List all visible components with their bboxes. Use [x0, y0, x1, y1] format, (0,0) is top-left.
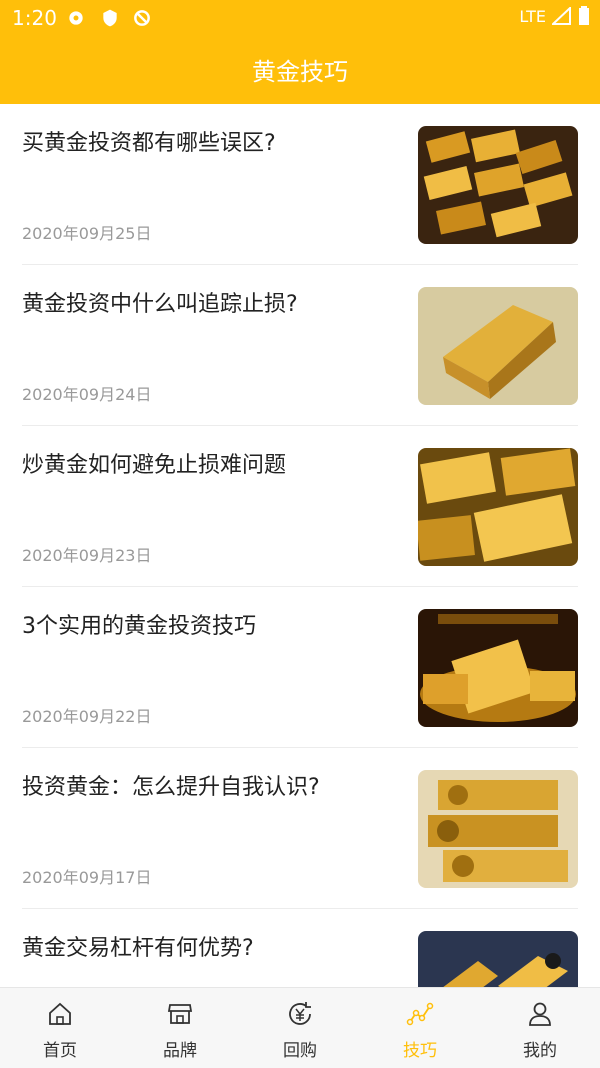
status-time: 1:20	[12, 6, 57, 30]
tab-tips-label: 技巧	[403, 1041, 437, 1061]
article-thumbnail	[418, 126, 578, 244]
user-icon	[529, 1002, 551, 1026]
shield-icon	[103, 9, 117, 27]
tab-home-label: 首页	[43, 1041, 77, 1061]
list-item[interactable]: 黄金投资中什么叫追踪止损? 2020年09月24日	[22, 265, 578, 426]
tab-mine-label: 我的	[523, 1041, 557, 1061]
article-title: 投资黄金：怎么提升自我认识?	[22, 775, 320, 800]
article-thumbnail	[418, 448, 578, 566]
article-date: 2020年09月23日	[22, 546, 152, 565]
list-item[interactable]: 炒黄金如何避免止损难问题 2020年09月23日	[22, 426, 578, 587]
bottom-tab-bar: 首页 品牌 回购 技巧 我的	[0, 987, 600, 1068]
list-item[interactable]: 买黄金投资都有哪些误区? 2020年09月25日	[22, 104, 578, 265]
tab-buyback[interactable]: 回购	[240, 988, 360, 1068]
tab-mine[interactable]: 我的	[480, 988, 600, 1068]
status-right: LTE	[519, 6, 590, 26]
article-thumbnail	[418, 609, 578, 727]
article-date: 2020年09月22日	[22, 707, 152, 726]
tab-home[interactable]: 首页	[0, 988, 120, 1068]
article-title: 黄金投资中什么叫追踪止损?	[22, 292, 298, 317]
list-item[interactable]: 投资黄金：怎么提升自我认识? 2020年09月17日	[22, 748, 578, 909]
settings-icon	[69, 11, 83, 25]
signal-icon	[552, 7, 571, 25]
tab-buyback-label: 回购	[283, 1041, 317, 1061]
tab-brand[interactable]: 品牌	[120, 988, 240, 1068]
page-title: 黄金技巧	[252, 58, 348, 86]
home-icon	[49, 1002, 71, 1025]
store-icon	[167, 1004, 193, 1024]
article-date: 2020年09月25日	[22, 224, 152, 243]
article-thumbnail	[418, 287, 578, 405]
article-title: 买黄金投资都有哪些误区?	[22, 131, 276, 156]
article-date: 2020年09月24日	[22, 385, 152, 404]
list-item[interactable]: 3个实用的黄金投资技巧 2020年09月22日	[22, 587, 578, 748]
network-type: LTE	[519, 6, 546, 26]
yen-cycle-icon	[289, 1002, 311, 1025]
chart-line-icon	[406, 1002, 434, 1026]
article-title: 炒黄金如何避免止损难问题	[22, 453, 287, 478]
article-date: 2020年09月17日	[22, 868, 152, 887]
article-thumbnail	[418, 770, 578, 888]
article-title: 3个实用的黄金投资技巧	[22, 614, 256, 639]
title-bar: 黄金技巧	[0, 36, 600, 104]
status-bar: 1:20 LTE	[0, 0, 600, 36]
circle-slash-icon	[134, 10, 150, 26]
battery-icon	[579, 6, 589, 25]
article-list[interactable]: 买黄金投资都有哪些误区? 2020年09月25日 黄金投资中什么叫追踪止损? 2…	[0, 104, 600, 987]
list-item[interactable]: 黄金交易杠杆有何优势?	[22, 909, 578, 987]
article-thumbnail	[418, 931, 578, 987]
tab-brand-label: 品牌	[163, 1041, 197, 1061]
article-title: 黄金交易杠杆有何优势?	[22, 936, 254, 961]
tab-tips[interactable]: 技巧	[360, 988, 480, 1068]
